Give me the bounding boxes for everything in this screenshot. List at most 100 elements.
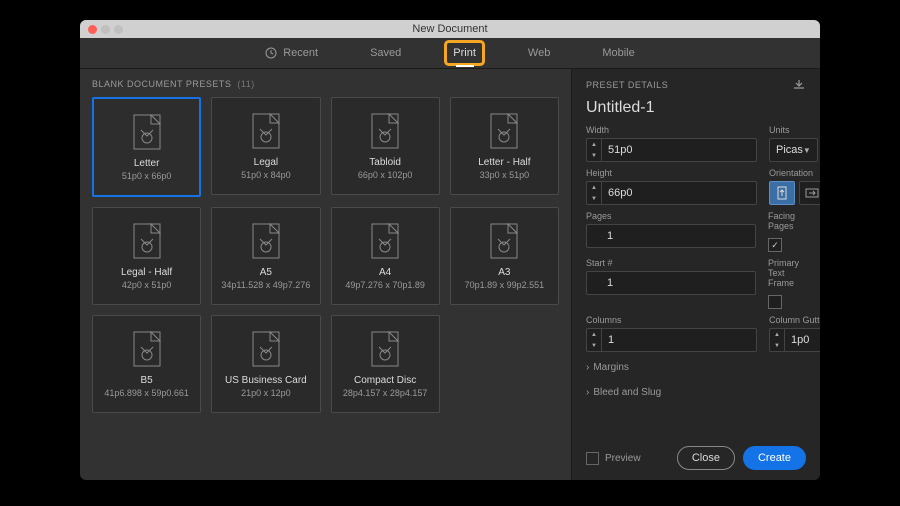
preset-dimensions: 28p4.157 x 28p4.157 xyxy=(343,388,428,398)
landscape-icon xyxy=(805,188,819,198)
preset-name: Letter xyxy=(134,158,160,169)
column-gutter-stepper[interactable]: ▲▼ xyxy=(769,328,820,352)
orientation-portrait-button[interactable] xyxy=(769,181,795,205)
down-arrow-icon[interactable]: ▼ xyxy=(770,340,784,351)
bleed-slug-disclosure[interactable]: › Bleed and Slug xyxy=(586,383,806,402)
create-button[interactable]: Create xyxy=(743,446,806,470)
pages-stepper[interactable] xyxy=(586,224,756,248)
tab-recent[interactable]: Recent xyxy=(259,43,324,63)
page-icon xyxy=(371,113,399,149)
orientation-label: Orientation xyxy=(769,168,820,178)
tab-print[interactable]: Print xyxy=(447,43,482,63)
page-icon xyxy=(490,223,518,259)
preset-dimensions: 51p0 x 84p0 xyxy=(241,170,291,180)
preset-card[interactable]: Compact Disc 28p4.157 x 28p4.157 xyxy=(331,315,440,413)
facing-pages-label: Facing Pages xyxy=(768,211,806,231)
units-select[interactable]: Picas ▼ xyxy=(769,138,818,162)
start-number-input[interactable] xyxy=(601,272,755,294)
preset-card[interactable]: Letter - Half 33p0 x 51p0 xyxy=(450,97,559,195)
up-arrow-icon[interactable]: ▲ xyxy=(770,329,784,340)
units-label: Units xyxy=(769,125,818,135)
preset-grid: Letter 51p0 x 66p0 Legal 51p0 x 84p0 Tab… xyxy=(92,97,559,413)
tab-label: Saved xyxy=(370,47,401,59)
preset-card[interactable]: Tabloid 66p0 x 102p0 xyxy=(331,97,440,195)
orientation-landscape-button[interactable] xyxy=(799,181,820,205)
close-button[interactable]: Close xyxy=(677,446,735,470)
tab-label: Recent xyxy=(283,47,318,59)
pages-label: Pages xyxy=(586,211,756,221)
preset-name: Compact Disc xyxy=(354,375,416,386)
preset-card[interactable]: A4 49p7.276 x 70p1.89 xyxy=(331,207,440,305)
width-stepper[interactable]: ▲▼ xyxy=(586,138,757,162)
tab-mobile[interactable]: Mobile xyxy=(596,43,640,63)
preset-card[interactable]: Legal - Half 42p0 x 51p0 xyxy=(92,207,201,305)
preset-name: A4 xyxy=(379,267,391,278)
page-icon xyxy=(371,223,399,259)
preset-dimensions: 41p6.898 x 59p0.661 xyxy=(104,388,189,398)
primary-text-frame-checkbox[interactable] xyxy=(768,295,806,309)
page-icon xyxy=(252,223,280,259)
preset-dimensions: 70p1.89 x 99p2.551 xyxy=(465,280,545,290)
page-icon xyxy=(490,113,518,149)
up-arrow-icon[interactable]: ▲ xyxy=(587,139,601,150)
page-icon xyxy=(371,331,399,367)
tab-saved[interactable]: Saved xyxy=(364,43,407,63)
preset-details-panel: PRESET DETAILS Untitled-1 Width ▲▼ Units xyxy=(571,69,820,480)
titlebar: New Document xyxy=(80,20,820,38)
doc-name-input[interactable]: Untitled-1 xyxy=(586,97,806,119)
checkbox-box: ✓ xyxy=(768,238,782,252)
category-tabs: Recent Saved Print Web Mobile xyxy=(80,38,820,69)
width-input[interactable] xyxy=(602,139,756,161)
save-preset-icon[interactable] xyxy=(792,79,806,91)
facing-pages-checkbox[interactable]: ✓ xyxy=(768,238,806,252)
down-arrow-icon[interactable]: ▼ xyxy=(587,340,601,351)
preset-card[interactable]: US Business Card 21p0 x 12p0 xyxy=(211,315,320,413)
preset-name: A5 xyxy=(260,267,272,278)
up-arrow-icon[interactable]: ▲ xyxy=(587,329,601,340)
tab-label: Print xyxy=(453,47,476,59)
presets-panel: BLANK DOCUMENT PRESETS (11) Letter 51p0 … xyxy=(80,69,571,480)
preset-dimensions: 21p0 x 12p0 xyxy=(241,388,291,398)
preset-name: Tabloid xyxy=(369,157,401,168)
margins-disclosure[interactable]: › Margins xyxy=(586,358,806,377)
tab-web[interactable]: Web xyxy=(522,43,556,63)
preset-card[interactable]: A5 34p11.528 x 49p7.276 xyxy=(211,207,320,305)
column-gutter-input[interactable] xyxy=(785,329,820,351)
page-icon xyxy=(133,114,161,150)
page-icon xyxy=(133,331,161,367)
start-number-label: Start # xyxy=(586,258,756,268)
start-number-stepper[interactable] xyxy=(586,271,756,295)
pages-input[interactable] xyxy=(601,225,755,247)
height-input[interactable] xyxy=(602,182,756,204)
details-header: PRESET DETAILS xyxy=(586,80,668,90)
preset-name: Legal - Half xyxy=(121,267,172,278)
down-arrow-icon[interactable]: ▼ xyxy=(587,193,601,204)
preset-name: A3 xyxy=(498,267,510,278)
preset-name: Legal xyxy=(254,157,278,168)
preset-card[interactable]: B5 41p6.898 x 59p0.661 xyxy=(92,315,201,413)
new-document-window: New Document Recent Saved Print Web Mobi… xyxy=(80,20,820,480)
preset-card[interactable]: Letter 51p0 x 66p0 xyxy=(92,97,201,197)
preset-name: B5 xyxy=(141,375,153,386)
columns-input[interactable] xyxy=(602,329,756,351)
column-gutter-label: Column Gutter xyxy=(769,315,820,325)
preset-dimensions: 34p11.528 x 49p7.276 xyxy=(221,280,310,290)
down-arrow-icon[interactable]: ▼ xyxy=(587,150,601,161)
preview-checkbox[interactable] xyxy=(586,452,599,465)
columns-label: Columns xyxy=(586,315,757,325)
preset-card[interactable]: Legal 51p0 x 84p0 xyxy=(211,97,320,195)
preset-name: US Business Card xyxy=(225,375,307,386)
preset-name: Letter - Half xyxy=(478,157,530,168)
columns-stepper[interactable]: ▲▼ xyxy=(586,328,757,352)
preset-card[interactable]: A3 70p1.89 x 99p2.551 xyxy=(450,207,559,305)
width-label: Width xyxy=(586,125,757,135)
portrait-icon xyxy=(777,186,787,200)
preset-dimensions: 66p0 x 102p0 xyxy=(358,170,413,180)
page-icon xyxy=(252,331,280,367)
preset-dimensions: 51p0 x 66p0 xyxy=(122,171,172,181)
height-label: Height xyxy=(586,168,757,178)
preset-dimensions: 33p0 x 51p0 xyxy=(480,170,530,180)
up-arrow-icon[interactable]: ▲ xyxy=(587,182,601,193)
height-stepper[interactable]: ▲▼ xyxy=(586,181,757,205)
primary-text-frame-label: Primary Text Frame xyxy=(768,258,806,288)
